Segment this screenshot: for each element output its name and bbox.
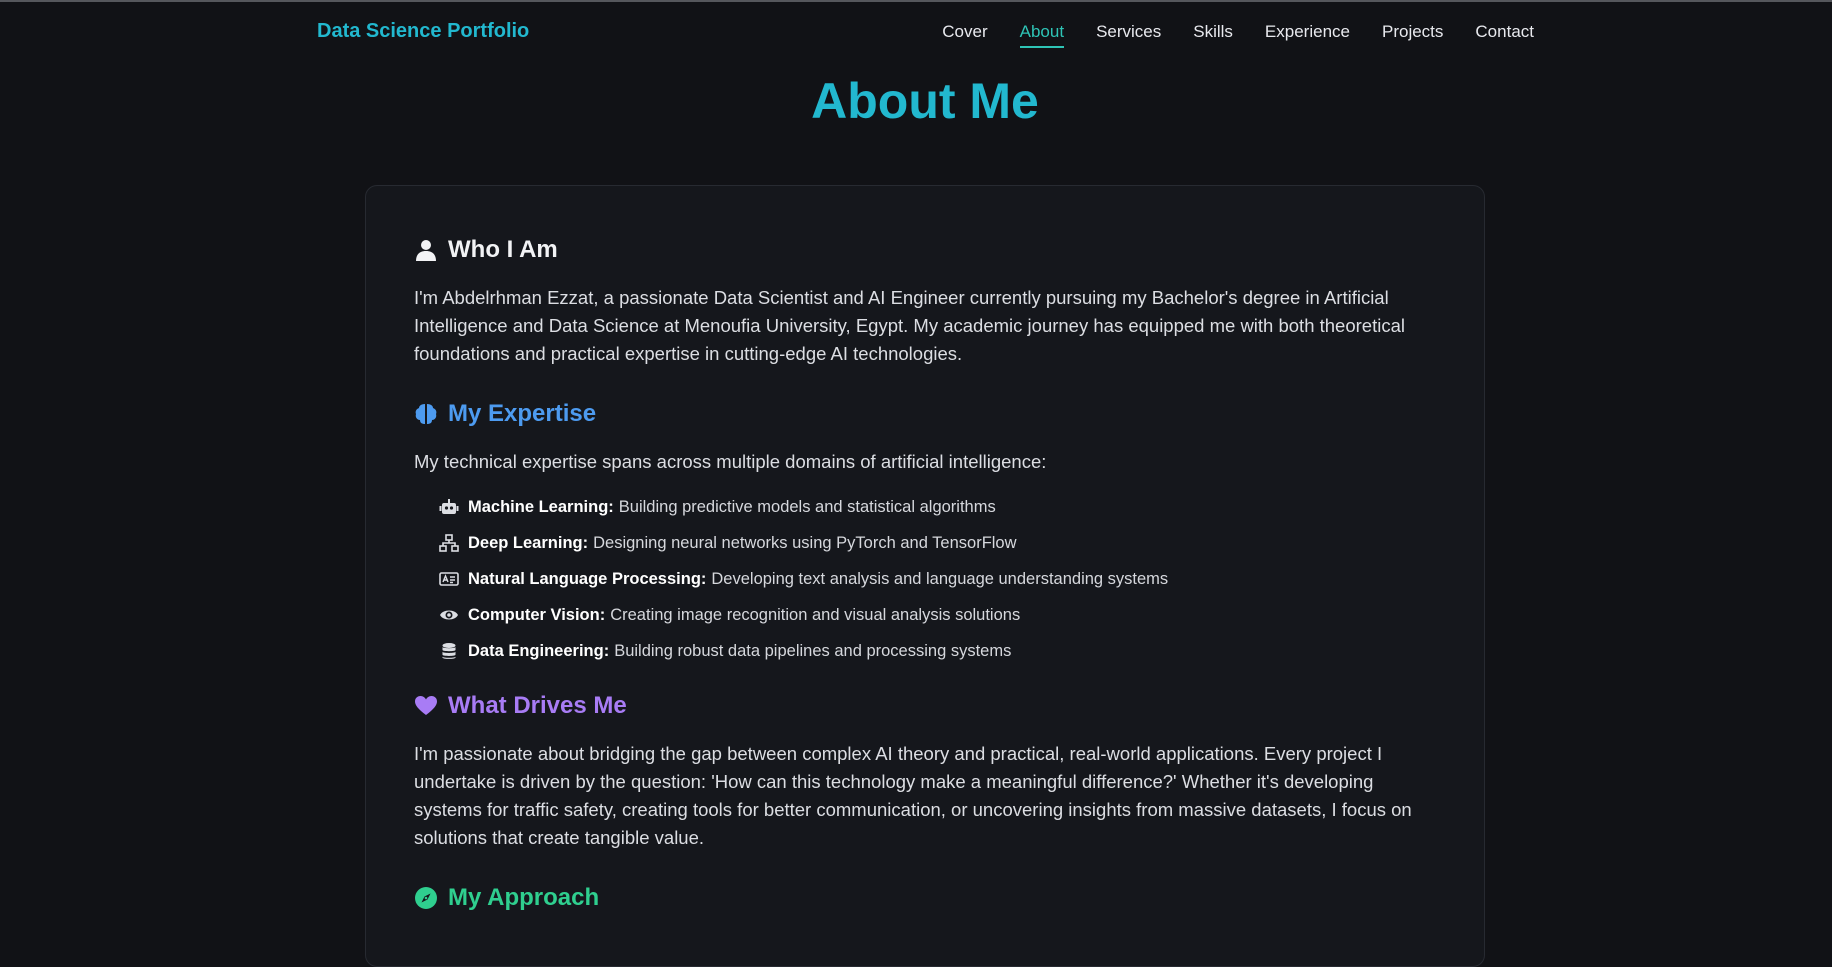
who-paragraph: I'm Abdelrhman Ezzat, a passionate Data …: [414, 287, 1405, 364]
item-desc: Building robust data pipelines and proce…: [614, 641, 1012, 660]
brand-logo-link[interactable]: Data Science Portfolio: [317, 20, 529, 43]
main-nav: Cover About Services Skills Experience P…: [910, 22, 1534, 48]
drives-paragraph: I'm passionate about bridging the gap be…: [414, 743, 1412, 848]
about-card: Who I Am I'm Abdelrhman Ezzat, a passion…: [365, 185, 1485, 967]
expertise-heading: My Expertise: [414, 400, 596, 428]
expertise-heading-text: My Expertise: [448, 400, 597, 427]
approach-heading: My Approach: [414, 884, 599, 912]
nav-experience[interactable]: Experience: [1265, 22, 1350, 48]
list-item: Deep Learning: Designing neural networks…: [438, 525, 1168, 561]
item-title: Deep Learning:: [468, 533, 589, 552]
nav-services[interactable]: Services: [1096, 22, 1161, 48]
item-title: Computer Vision:: [468, 605, 606, 624]
list-item: Machine Learning: Building predictive mo…: [438, 489, 1168, 525]
site-header: Data Science Portfolio Cover About Servi…: [0, 2, 1832, 64]
robot-icon: [438, 497, 460, 517]
nav-skills[interactable]: Skills: [1193, 22, 1233, 48]
list-item: Computer Vision: Creating image recognit…: [438, 597, 1168, 633]
nav-cover[interactable]: Cover: [942, 22, 987, 48]
item-title: Data Engineering:: [468, 641, 610, 660]
user-icon: [416, 240, 436, 261]
item-desc: Developing text analysis and language un…: [711, 569, 1169, 588]
drives-heading-text: What Drives Me: [448, 692, 627, 719]
brain-icon: [415, 404, 437, 424]
nav-contact[interactable]: Contact: [1475, 22, 1534, 48]
list-item: Data Engineering: Building robust data p…: [438, 633, 1168, 669]
network-icon: [438, 533, 460, 553]
page-title: About Me: [811, 73, 1039, 129]
list-item: Natural Language Processing: Developing …: [438, 561, 1168, 597]
nav-projects[interactable]: Projects: [1382, 22, 1443, 48]
item-desc: Creating image recognition and visual an…: [610, 605, 1021, 624]
language-icon: [438, 569, 460, 589]
expertise-intro: My technical expertise spans across mult…: [414, 451, 1047, 472]
compass-icon: [415, 887, 437, 909]
expertise-list: Machine Learning: Building predictive mo…: [438, 489, 1168, 669]
eye-icon: [438, 605, 460, 625]
item-desc: Designing neural networks using PyTorch …: [593, 533, 1017, 552]
drives-heading: What Drives Me: [414, 692, 627, 720]
nav-about[interactable]: About: [1019, 22, 1065, 48]
database-icon: [438, 641, 460, 661]
approach-heading-text: My Approach: [448, 884, 600, 911]
heart-icon: [415, 696, 437, 715]
item-title: Machine Learning:: [468, 497, 614, 516]
who-heading-text: Who I Am: [448, 236, 558, 263]
item-desc: Building predictive models and statistic…: [618, 497, 996, 516]
who-heading: Who I Am: [414, 236, 558, 264]
item-title: Natural Language Processing:: [468, 569, 707, 588]
